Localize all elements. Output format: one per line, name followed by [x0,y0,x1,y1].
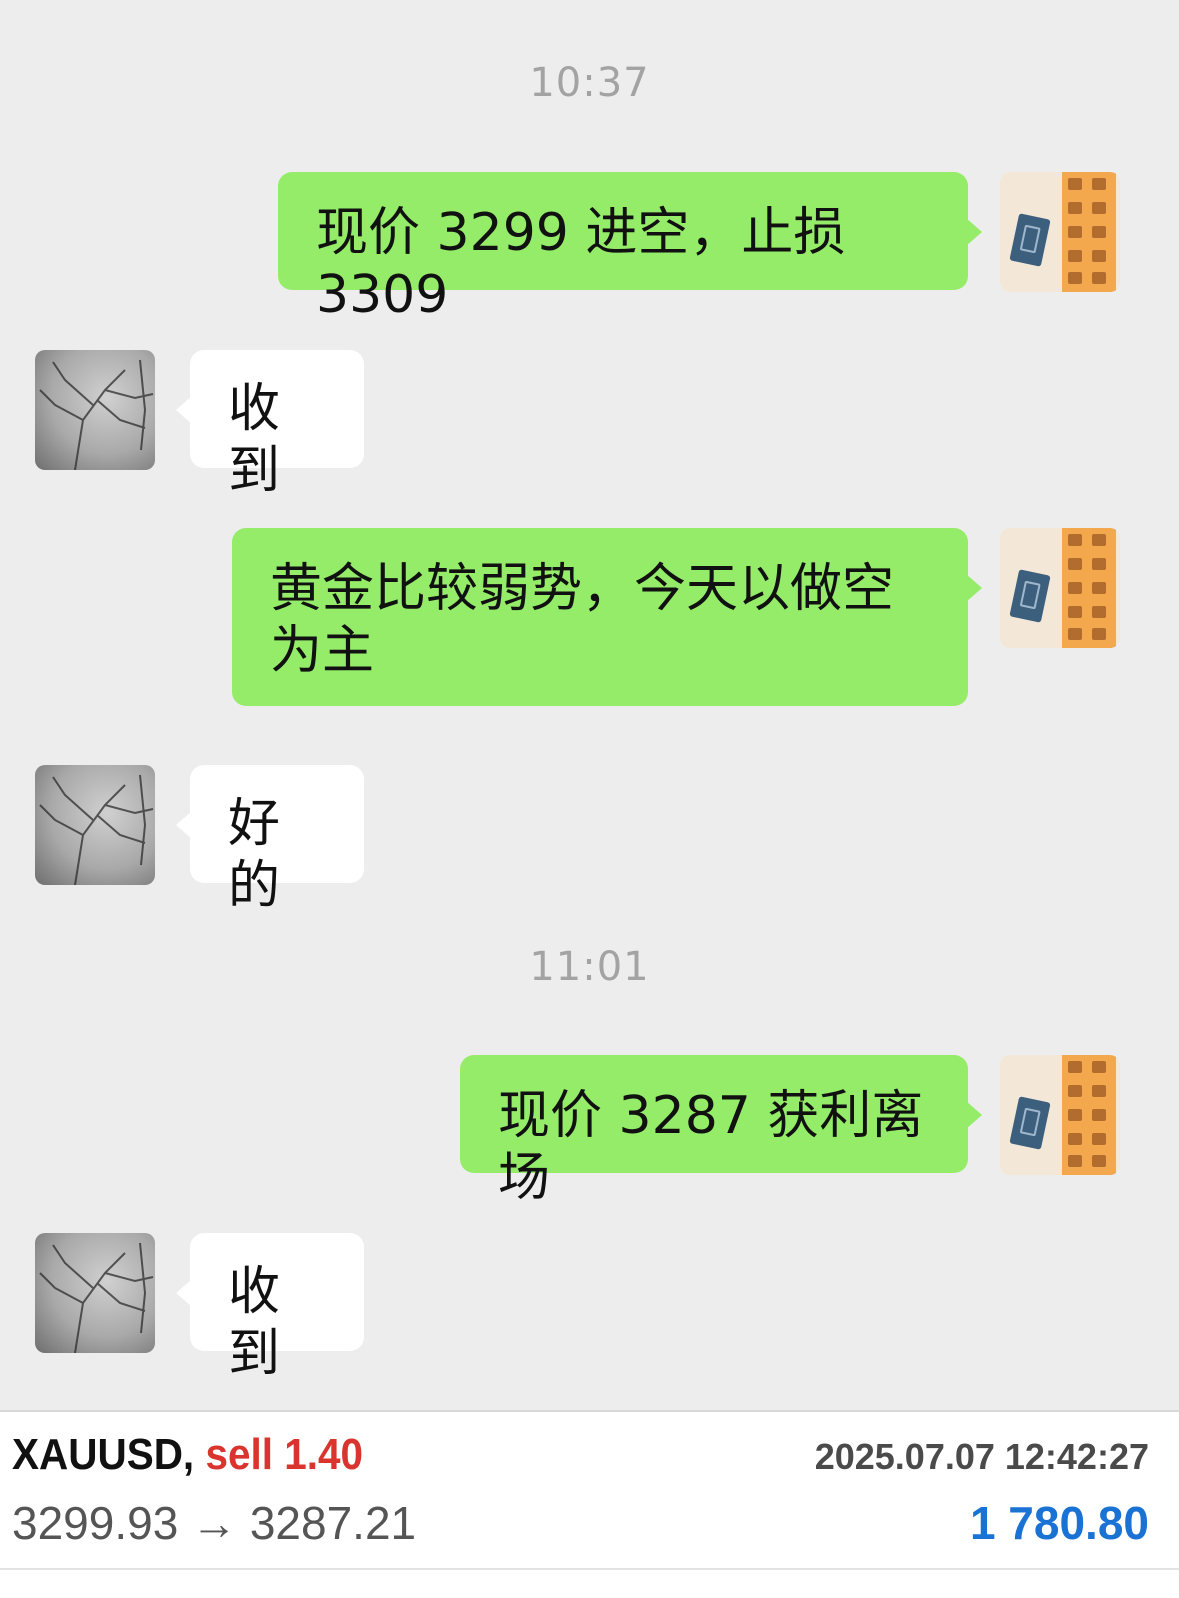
incoming-message[interactable]: 收到 [176,1233,364,1384]
trade-profit: 1 780.80 [969,1497,1149,1549]
divider [0,1568,1179,1570]
open-price: 3299.93 [12,1497,179,1549]
trade-record[interactable]: XAUUSD, sell 1.40 2025.07.07 12:42:27 32… [0,1410,1179,1598]
outgoing-message[interactable]: 现价 3299 进空，止损 3309 [278,172,982,325]
trade-prices: 3299.93 → 3287.21 [12,1496,416,1550]
trade-lots: 1.40 [284,1430,364,1479]
contact-avatar-icon[interactable] [35,765,155,885]
contact-avatar-icon[interactable] [35,350,155,470]
arrow-icon: → [191,1497,238,1549]
outgoing-message[interactable]: 黄金比较弱势，今天以做空为主 [232,528,982,706]
trade-side: sell 1.40 [205,1430,364,1479]
chat-window: 10:37 现价 3299 进空，止损 3309 收到 黄金比较弱势，今天以做空… [0,0,1179,1430]
outgoing-message[interactable]: 现价 3287 获利离场 [460,1055,982,1208]
close-price: 3287.21 [249,1497,417,1549]
trade-symbol: XAUUSD, [12,1430,195,1479]
trade-title: XAUUSD, sell 1.40 [12,1430,363,1480]
incoming-message[interactable]: 好的 [176,765,364,916]
trade-datetime: 2025.07.07 12:42:27 [814,1436,1149,1477]
timestamp: 11:01 [529,944,650,990]
incoming-message[interactable]: 收到 [176,350,364,501]
contact-avatar-icon[interactable] [35,1233,155,1353]
self-avatar-icon[interactable] [1000,172,1120,292]
self-avatar-icon[interactable] [1000,1055,1120,1175]
self-avatar-icon[interactable] [1000,528,1120,648]
timestamp: 10:37 [529,60,650,106]
